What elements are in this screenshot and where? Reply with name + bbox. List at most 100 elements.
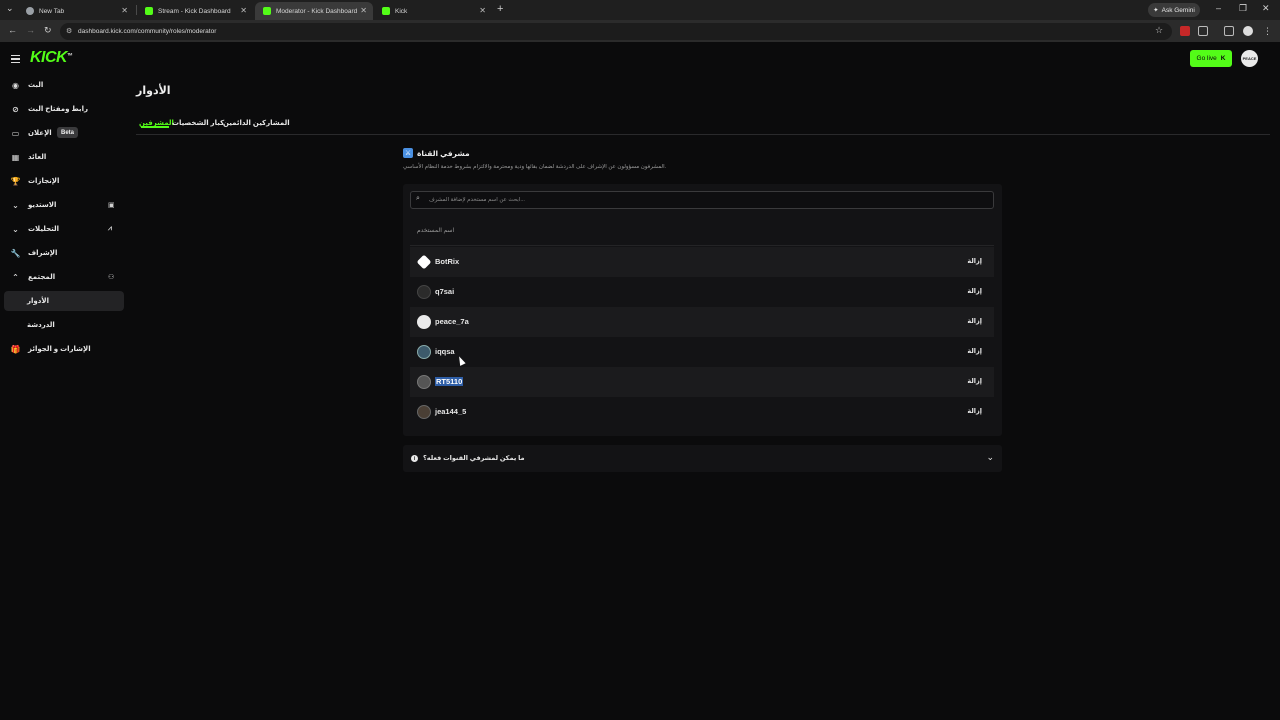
moderator-permissions-accordion[interactable]: i ما يمكن لمشرفي القنوات فعله؟ ⌄ [403, 445, 1002, 472]
link-icon: ⊘ [12, 104, 19, 114]
wrench-icon: 🔧 [10, 248, 21, 258]
avatar [417, 345, 431, 359]
avatar [417, 405, 431, 419]
menu-icon[interactable] [11, 55, 20, 63]
extension-icon[interactable] [1180, 26, 1190, 36]
moderator-username[interactable]: BotRix [435, 257, 459, 266]
chrome-menu-icon[interactable]: ⋮ [1263, 26, 1272, 37]
gift-icon: 🎁 [10, 344, 21, 354]
go-live-button[interactable]: Go live K [1190, 50, 1232, 67]
sidebar-item-stream[interactable]: ◉ البث [4, 75, 124, 95]
sidebar-item-studio[interactable]: ⌄ الاستديو ▣ [4, 195, 124, 215]
close-icon[interactable]: ✕ [240, 6, 247, 15]
browser-tab-strip: ⌄ New Tab ✕ Stream - Kick Dashboard ✕ Mo… [0, 0, 1280, 20]
tab-stream-dashboard[interactable]: Stream - Kick Dashboard ✕ [137, 2, 253, 20]
section-header: ⚔ مشرفي القناة [403, 148, 470, 158]
sidebar-item-stream-key[interactable]: ⊘ رابط ومفتاح البث [4, 99, 124, 119]
chevron-up-icon: ⌃ [12, 272, 19, 282]
add-moderator-search-input[interactable]: ابحث عن اسم مستخدم لإضافة المشرف... [410, 191, 994, 209]
ask-gemini-button[interactable]: ✦ Ask Gemini [1148, 3, 1200, 17]
section-description: المشرفون مسؤولون عن الإشراف على الدردشة … [403, 164, 667, 170]
sidebar-item-label: التحليلات [28, 226, 59, 233]
user-avatar[interactable]: PEACE [1241, 50, 1258, 67]
tab-label: Stream - Kick Dashboard [158, 7, 231, 15]
close-icon[interactable]: ✕ [360, 6, 367, 15]
sidebar-item-alerts-rewards[interactable]: 🎁 الإشارات و الجوائز [4, 339, 124, 359]
kick-icon [145, 7, 153, 15]
tab-new-tab[interactable]: New Tab ✕ [18, 2, 134, 20]
table-row: RT5110 إزالة [410, 367, 994, 397]
site-info-icon[interactable]: ⚙ [66, 27, 72, 35]
moderator-username[interactable]: RT5110 [435, 377, 464, 386]
accordion-title: ما يمكن لمشرفي القنوات فعله؟ [423, 455, 525, 462]
remove-moderator-button[interactable]: إزالة [967, 317, 982, 325]
moderator-username[interactable]: jea144_5 [435, 407, 466, 416]
sidebar-item-label: الاستديو [28, 202, 57, 209]
new-tab-button[interactable]: + [497, 3, 503, 15]
restore-icon[interactable]: ❐ [1239, 3, 1247, 14]
revenue-icon: ▦ [11, 152, 20, 162]
tab-moderator-dashboard[interactable]: Moderator - Kick Dashboard ✕ [255, 2, 373, 20]
table-row: iqqsa إزالة [410, 337, 994, 367]
bookmark-star-icon[interactable]: ☆ [1155, 25, 1163, 36]
column-header-username: اسم المستخدم [417, 228, 455, 234]
sidebar-item-label: الإشراف [28, 250, 58, 257]
sidebar-item-revenue[interactable]: ▦ العائد [4, 147, 124, 167]
forward-icon[interactable]: → [26, 25, 35, 35]
tab-search-icon[interactable]: ⌄ [6, 3, 14, 14]
sidebar-item-achievements[interactable]: 🏆 الإنجازات [4, 171, 124, 191]
sidebar-item-label: الإشارات و الجوائز [28, 346, 91, 353]
address-bar[interactable]: dashboard.kick.com/community/roles/moder… [60, 23, 1172, 40]
table-row: q7sai إزالة [410, 277, 994, 307]
sidebar-item-label: المجتمع [28, 274, 56, 281]
extensions-puzzle-icon[interactable] [1198, 26, 1208, 36]
tab-og[interactable]: المشاركين الدائمين [223, 119, 290, 127]
info-icon: i [411, 455, 418, 462]
sidebar-item-moderation[interactable]: 🔧 الإشراف [4, 243, 124, 263]
page-title: الأدوار [136, 85, 171, 97]
avatar-text: PEACE [1242, 56, 1257, 61]
tab-label: كبار الشخصيات [172, 120, 225, 127]
remove-moderator-button[interactable]: إزالة [967, 347, 982, 355]
remove-moderator-button[interactable]: إزالة [967, 407, 982, 415]
go-live-label: Go live [1196, 55, 1217, 62]
beta-badge: Beta [57, 127, 79, 138]
logo-text: KICK [30, 49, 68, 66]
back-icon[interactable]: ← [8, 25, 17, 35]
close-icon[interactable]: ✕ [479, 6, 486, 15]
moderator-username[interactable]: q7sai [435, 287, 454, 296]
close-window-icon[interactable]: ✕ [1262, 3, 1270, 14]
tab-moderators[interactable]: المشرفين [139, 119, 174, 128]
ad-icon: ▭ [11, 128, 20, 138]
moderator-username[interactable]: iqqsa [435, 347, 455, 356]
sidebar-item-roles[interactable]: الأدوار [4, 291, 124, 311]
gemini-icon: ✦ [1153, 7, 1159, 14]
chevron-down-icon: ⌄ [12, 224, 19, 234]
sidebar-item-label: الأدوار [27, 298, 49, 305]
url-text: dashboard.kick.com/community/roles/moder… [78, 28, 217, 35]
sidebar-item-ads[interactable]: ▭ الإعلان Beta [4, 123, 124, 143]
sidebar-item-label: رابط ومفتاح البث [28, 106, 88, 113]
table-row: jea144_5 إزالة [410, 397, 994, 427]
kick-icon [382, 7, 390, 15]
profile-avatar-icon[interactable] [1243, 26, 1253, 36]
tab-kick[interactable]: Kick ✕ [374, 2, 492, 20]
remove-moderator-button[interactable]: إزالة [967, 257, 982, 265]
reload-icon[interactable]: ↻ [44, 25, 52, 36]
remove-moderator-button[interactable]: إزالة [967, 287, 982, 295]
kick-logo[interactable]: KICKTM [30, 49, 72, 67]
tab-vips[interactable]: كبار الشخصيات [172, 119, 224, 127]
sidebar-item-community[interactable]: ⌃ المجتمع ⚇ [4, 267, 124, 287]
sidebar-item-analytics[interactable]: ⌄ التحليلات ⩘ [4, 219, 124, 239]
trophy-icon: 🏆 [10, 176, 21, 186]
moderator-username[interactable]: peace_7a [435, 317, 469, 326]
sidebar-item-chat[interactable]: الدردشة [4, 315, 124, 335]
minimize-icon[interactable]: – [1216, 3, 1221, 13]
close-icon[interactable]: ✕ [121, 6, 128, 15]
tab-label: Moderator - Kick Dashboard [276, 7, 358, 15]
kick-icon [263, 7, 271, 15]
remove-moderator-button[interactable]: إزالة [967, 377, 982, 385]
chevron-down-icon[interactable]: ⌄ [986, 452, 994, 463]
media-control-icon[interactable] [1224, 26, 1234, 36]
tab-label: New Tab [39, 7, 65, 15]
